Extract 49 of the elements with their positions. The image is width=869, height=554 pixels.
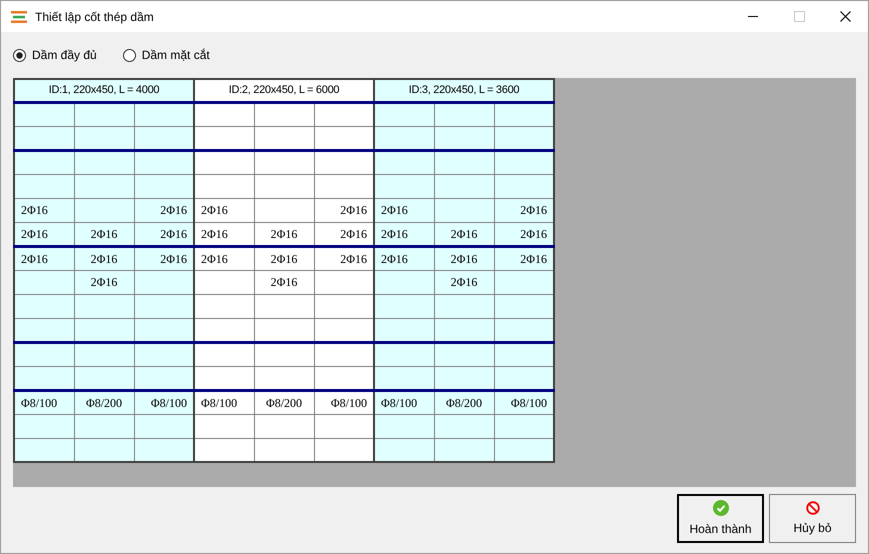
table-cell: Φ8/100 <box>314 390 374 414</box>
radio-label[interactable]: Dầm đầy đủ <box>32 46 97 64</box>
confirm-button[interactable]: Hoàn thành <box>677 494 764 543</box>
maximize-icon <box>794 11 804 22</box>
table-cell: 2Φ16 <box>374 246 434 270</box>
table-cell: Φ8/100 <box>374 390 434 414</box>
column-header: ID:1, 220x450, L = 4000 <box>14 79 194 102</box>
table-cell: 2Φ16 <box>434 270 494 294</box>
table-cell: 2Φ16 <box>374 222 434 246</box>
table-cell: Φ8/200 <box>74 390 134 414</box>
column-header: ID:3, 220x450, L = 3600 <box>374 79 554 102</box>
checkmark-icon <box>712 500 728 516</box>
table-cell: 2Φ16 <box>14 222 74 246</box>
table-cell: 2Φ16 <box>374 198 434 222</box>
table-cell: 2Φ16 <box>134 246 194 270</box>
table-cell: Φ8/200 <box>254 390 314 414</box>
table-cell: 2Φ16 <box>254 270 314 294</box>
cancel-button[interactable]: Hủy bỏ <box>769 494 856 543</box>
table-cell: Φ8/100 <box>14 390 74 414</box>
table-cell: 2Φ16 <box>434 222 494 246</box>
table-cell: 2Φ16 <box>494 198 554 222</box>
table-cell: 2Φ16 <box>74 246 134 270</box>
column-header: ID:2, 220x450, L = 6000 <box>194 79 374 102</box>
radio-button[interactable] <box>13 48 26 62</box>
app-icon <box>11 10 27 22</box>
table-cell: 2Φ16 <box>74 222 134 246</box>
table-cell: 2Φ16 <box>434 246 494 270</box>
radio-label[interactable]: Dầm mặt cắt <box>142 46 210 64</box>
table-cell: 2Φ16 <box>254 246 314 270</box>
table-cell: 2Φ16 <box>494 222 554 246</box>
table-cell: Φ8/200 <box>434 390 494 414</box>
table-cell: 2Φ16 <box>194 222 254 246</box>
table-cell: 2Φ16 <box>494 246 554 270</box>
table-cell: 2Φ16 <box>14 246 74 270</box>
table-cell: Φ8/100 <box>134 390 194 414</box>
table-cell: 2Φ16 <box>14 198 74 222</box>
table-cell: 2Φ16 <box>314 246 374 270</box>
close-icon[interactable] <box>840 11 850 22</box>
table-cell: 2Φ16 <box>194 198 254 222</box>
window-title: Thiết lập cốt thép dầm <box>35 8 154 26</box>
table-cell: 2Φ16 <box>134 198 194 222</box>
table-cell: Φ8/100 <box>494 390 554 414</box>
table-cell: 2Φ16 <box>314 198 374 222</box>
table-cell: 2Φ16 <box>194 246 254 270</box>
table-cell: 2Φ16 <box>254 222 314 246</box>
radio-button[interactable] <box>122 48 136 62</box>
prohibited-icon <box>806 500 820 514</box>
table-cell: 2Φ16 <box>74 270 134 294</box>
table-cell: Φ8/100 <box>194 390 254 414</box>
